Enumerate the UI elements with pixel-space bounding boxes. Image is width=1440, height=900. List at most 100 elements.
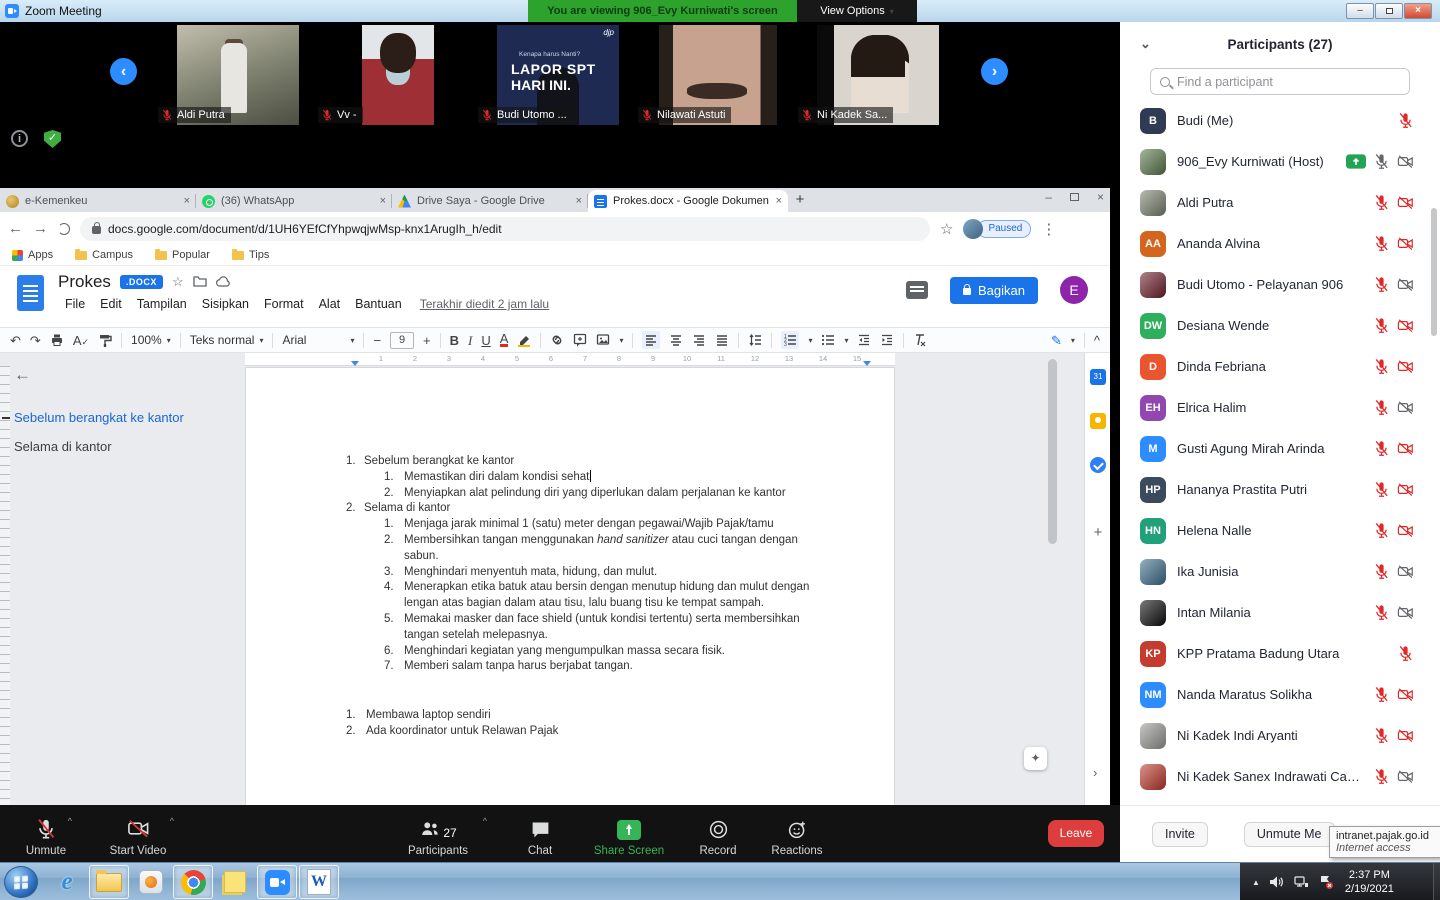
explore-button[interactable]: ✦ — [1024, 747, 1047, 770]
taskbar-zoom[interactable] — [257, 865, 297, 899]
participant-row[interactable]: Budi Utomo - Pelayanan 906 — [1120, 264, 1426, 305]
italic-icon[interactable]: I — [468, 334, 472, 347]
bookmark-folder-tips[interactable]: Tips — [232, 249, 269, 261]
browser-close-button[interactable]: × — [1097, 190, 1104, 204]
participant-row[interactable]: Ni Kadek Indi Aryanti — [1120, 715, 1426, 756]
minimize-button[interactable]: – — [1346, 3, 1374, 19]
video-tile[interactable]: djp Kenapa harus Nanti? LAPOR SPT HARI I… — [638, 25, 798, 125]
participant-row[interactable]: Aldi Putra — [1120, 182, 1426, 223]
comments-icon[interactable] — [906, 281, 928, 299]
action-center-flag-icon[interactable] — [1318, 874, 1334, 890]
close-outline-icon[interactable]: ← — [14, 365, 234, 385]
participant-row[interactable]: B Budi (Me) — [1120, 100, 1426, 141]
show-desktop-button[interactable] — [1433, 863, 1440, 900]
participant-row[interactable]: AA Ananda Alvina — [1120, 223, 1426, 264]
cloud-status-icon[interactable] — [216, 275, 231, 290]
participant-row[interactable]: DW Desiana Wende — [1120, 305, 1426, 346]
meeting-info-icon[interactable]: i — [11, 130, 28, 147]
editing-mode-icon[interactable]: ✎ — [1051, 334, 1062, 347]
participant-row[interactable]: HN Helena Nalle — [1120, 510, 1426, 551]
chat-button[interactable]: Chat — [512, 814, 568, 857]
bold-icon[interactable]: B — [450, 334, 459, 347]
browser-restore-button[interactable] — [1070, 193, 1079, 201]
share-screen-button[interactable]: Share Screen — [586, 814, 672, 857]
spellcheck-icon[interactable]: A✓ — [73, 334, 89, 347]
browser-minimize-button[interactable]: – — [1045, 190, 1052, 204]
undo-icon[interactable]: ↶ — [10, 334, 21, 347]
reactions-button[interactable]: Reactions — [762, 814, 832, 857]
leave-button[interactable]: Leave — [1048, 820, 1104, 847]
bookmark-apps[interactable]: Apps — [12, 249, 53, 261]
browser-tab[interactable]: Prokes.docx - Google Dokumen × — [588, 190, 788, 212]
restore-button[interactable] — [1375, 3, 1403, 19]
document-title[interactable]: Prokes — [58, 272, 111, 292]
tray-expand-icon[interactable]: ▲ — [1252, 878, 1260, 887]
right-margin-marker[interactable] — [863, 361, 871, 366]
share-button[interactable]: Bagikan — [950, 277, 1038, 304]
paint-format-icon[interactable] — [98, 333, 112, 347]
styles-select[interactable]: Teks normal▾ — [190, 333, 264, 347]
reload-icon[interactable] — [58, 223, 70, 235]
encryption-shield-icon[interactable]: ✓ — [44, 130, 61, 148]
outline-item[interactable]: Selama di kantor — [14, 432, 234, 461]
tab-close-icon[interactable]: × — [380, 195, 386, 207]
keep-icon[interactable] — [1090, 413, 1106, 429]
invite-button[interactable]: Invite — [1152, 822, 1208, 847]
taskbar-chrome[interactable] — [173, 865, 213, 899]
collapse-toolbar-icon[interactable]: ^ — [1094, 334, 1100, 347]
video-tile[interactable]: djp Kenapa harus Nanti? LAPOR SPT HARI I… — [318, 25, 478, 125]
new-tab-button[interactable]: + — [788, 190, 812, 212]
clear-formatting-icon[interactable] — [913, 333, 927, 347]
address-bar[interactable]: docs.google.com/document/d/1UH6YEfCfYhpw… — [80, 217, 930, 241]
unmute-me-button[interactable]: Unmute Me — [1244, 822, 1335, 847]
record-button[interactable]: Record — [688, 814, 748, 857]
bookmark-star-icon[interactable]: ☆ — [940, 220, 953, 238]
last-edited-link[interactable]: Terakhir diedit 2 jam lalu — [420, 294, 549, 314]
google-docs-icon[interactable] — [17, 275, 44, 311]
account-avatar[interactable]: E — [1060, 276, 1088, 304]
tab-close-icon[interactable]: × — [576, 195, 582, 207]
font-size-input[interactable]: 9 — [390, 332, 414, 349]
bulleted-list-icon[interactable] — [821, 333, 835, 347]
collapse-panel-icon[interactable]: ⌄ — [1140, 36, 1151, 52]
redo-icon[interactable]: ↷ — [30, 334, 41, 347]
participant-row[interactable]: Intan Milania — [1120, 592, 1426, 633]
taskbar-file-explorer[interactable] — [89, 865, 129, 899]
zoom-select[interactable]: 100%▾ — [131, 333, 171, 347]
browser-tab[interactable]: Drive Saya - Google Drive × — [392, 190, 588, 212]
participants-button[interactable]: ^ 27 Participants — [395, 814, 481, 857]
underline-icon[interactable]: U — [481, 334, 490, 347]
audio-options-caret[interactable]: ^ — [68, 816, 72, 826]
previous-videos-button[interactable]: ‹ — [110, 58, 137, 85]
taskbar-sticky-notes[interactable] — [215, 865, 255, 899]
menu-format[interactable]: Format — [257, 294, 311, 314]
font-select[interactable]: Arial▾ — [282, 333, 354, 347]
star-document-icon[interactable]: ☆ — [172, 274, 184, 290]
view-options-button[interactable]: View Options ▾ — [797, 0, 917, 22]
participant-row[interactable]: EH Elrica Halim — [1120, 387, 1426, 428]
outline-item[interactable]: Sebelum berangkat ke kantor — [14, 403, 234, 432]
participant-row[interactable]: Ika Junisia — [1120, 551, 1426, 592]
network-icon[interactable] — [1293, 874, 1309, 890]
tab-close-icon[interactable]: × — [184, 195, 190, 207]
browser-tab[interactable]: (36) WhatsApp × — [196, 190, 392, 212]
menu-insert[interactable]: Sisipkan — [195, 294, 256, 314]
start-video-button[interactable]: ^ Start Video — [100, 814, 176, 857]
participants-scrollbar[interactable] — [1431, 208, 1437, 336]
justify-icon[interactable] — [715, 333, 729, 347]
tab-close-icon[interactable]: × — [776, 195, 782, 207]
menu-view[interactable]: Tampilan — [130, 294, 194, 314]
chevron-right-icon[interactable]: › — [1093, 765, 1097, 780]
taskbar-media-player[interactable] — [131, 865, 171, 899]
video-tile[interactable]: djp Kenapa harus Nanti? LAPOR SPT HARI I… — [478, 25, 638, 125]
profile-button[interactable]: Paused — [963, 219, 1031, 239]
browser-menu-icon[interactable]: ⋮ — [1041, 220, 1056, 238]
back-icon[interactable]: ← — [8, 220, 23, 237]
volume-icon[interactable] — [1268, 874, 1284, 890]
insert-image-icon[interactable] — [596, 333, 610, 347]
numbered-list-icon[interactable]: 123 — [781, 331, 799, 349]
taskbar-clock[interactable]: 2:37 PM 2/19/2021 — [1345, 868, 1394, 896]
add-addon-icon[interactable]: + — [1090, 525, 1106, 541]
document-page[interactable]: 1. Sebelum berangkat ke kantor 1. Memast… — [245, 367, 895, 806]
participant-row[interactable]: 906_Evy Kurniwati (Host) — [1120, 141, 1426, 182]
